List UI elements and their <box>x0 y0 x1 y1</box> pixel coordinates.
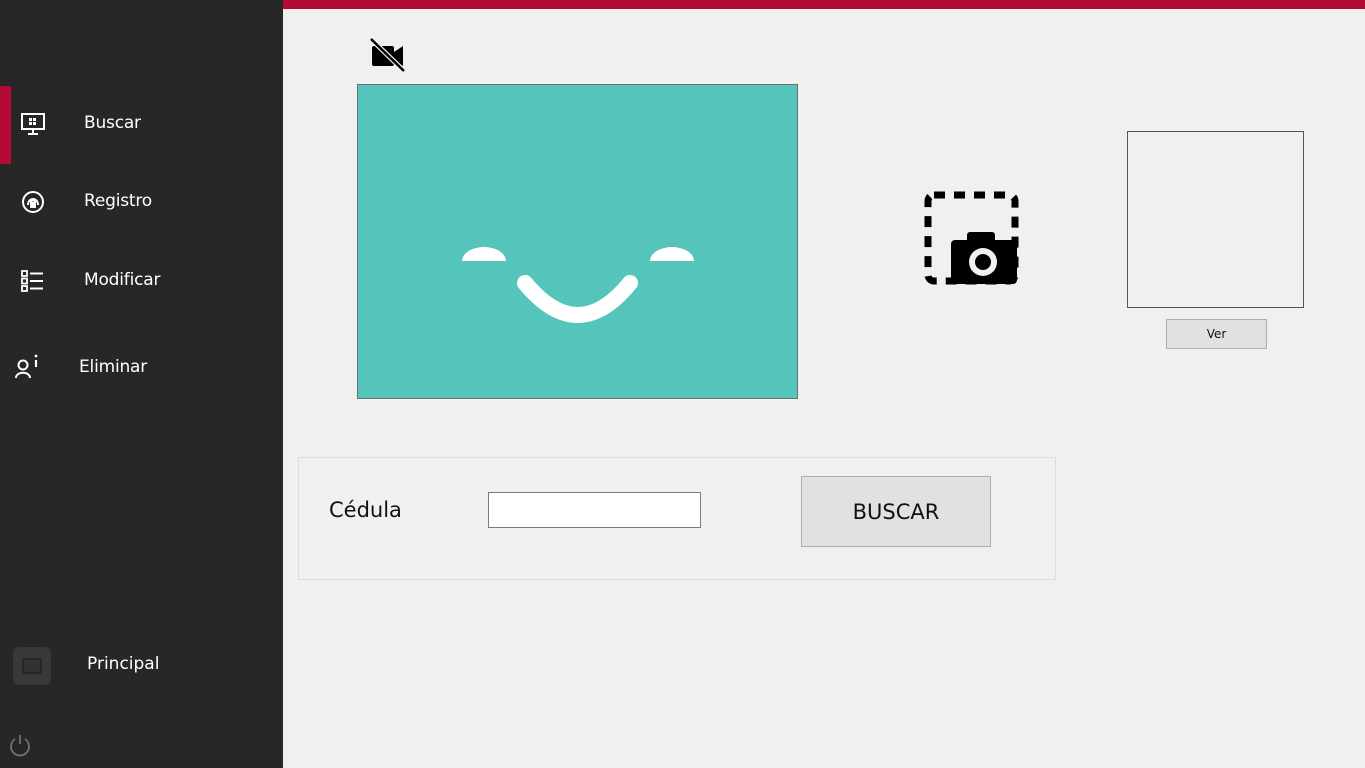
sidebar-item-modificar[interactable]: Modificar <box>0 242 283 320</box>
captured-photo-box <box>1127 131 1304 308</box>
sidebar-item-label: Modificar <box>84 270 161 290</box>
sidebar-item-registro[interactable]: Registro <box>0 164 283 242</box>
sidebar: Buscar Registro Modificar Eliminar Princ… <box>0 0 283 768</box>
monitor-icon <box>21 113 45 135</box>
principal-icon[interactable] <box>13 647 51 685</box>
smiley-face-icon <box>462 247 694 323</box>
ver-button[interactable]: Ver <box>1166 319 1267 349</box>
buscar-button[interactable]: BUSCAR <box>801 476 991 547</box>
sidebar-item-label: Buscar <box>84 113 141 133</box>
camera-off-icon[interactable] <box>368 37 406 72</box>
list-icon <box>21 270 43 292</box>
principal-label[interactable]: Principal <box>87 654 159 674</box>
active-indicator <box>0 86 11 164</box>
sidebar-item-eliminar[interactable]: Eliminar <box>0 328 283 406</box>
sidebar-item-label: Eliminar <box>79 357 148 377</box>
capture-photo-icon[interactable] <box>923 190 1020 286</box>
fingerprint-icon <box>22 191 44 213</box>
power-icon[interactable] <box>8 733 32 757</box>
sidebar-item-buscar[interactable]: Buscar <box>0 86 283 164</box>
window-icon <box>22 658 42 674</box>
user-info-icon <box>15 354 38 379</box>
cedula-input[interactable] <box>488 492 701 528</box>
sidebar-item-label: Registro <box>84 191 152 211</box>
top-accent-bar <box>283 0 1365 9</box>
camera-preview <box>357 84 798 399</box>
cedula-label: Cédula <box>329 498 402 522</box>
